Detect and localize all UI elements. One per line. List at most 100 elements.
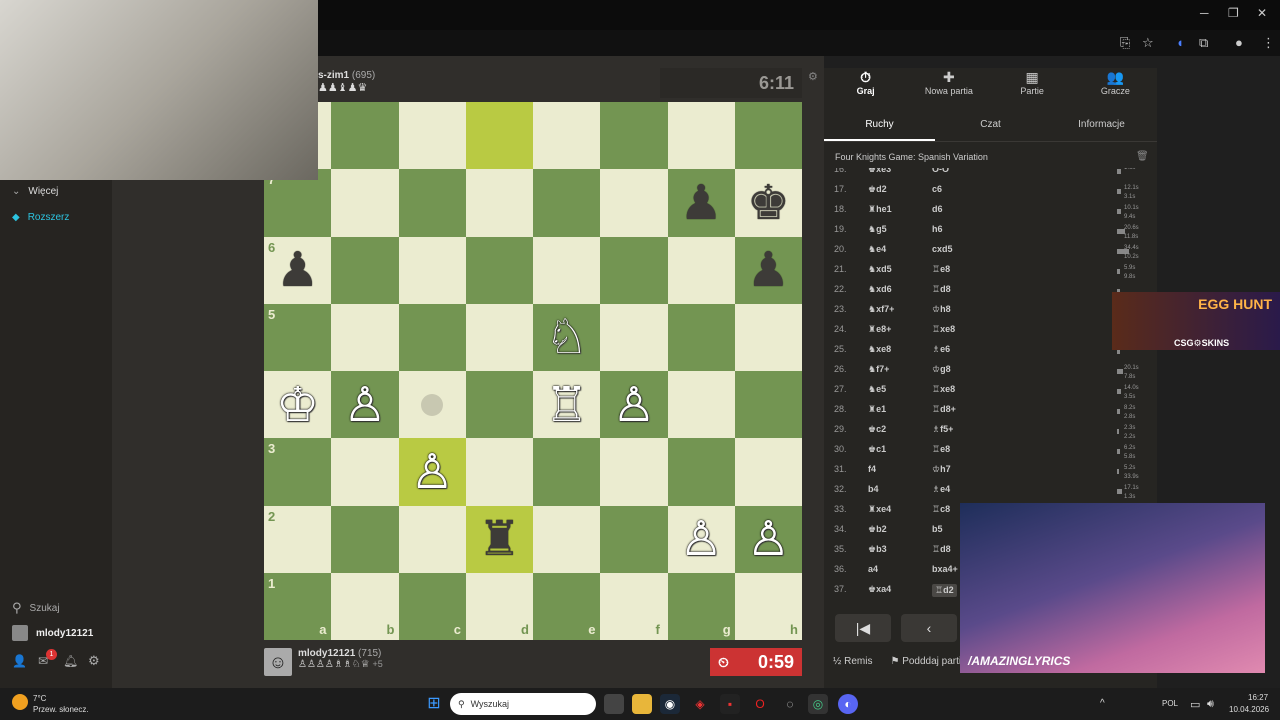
- black-move[interactable]: ♖e8: [932, 444, 950, 455]
- move-row[interactable]: 18. ♜he1 d6 10.1s 9.4s: [824, 204, 1139, 224]
- sidebar-more[interactable]: ⌄ Więcej: [12, 186, 58, 197]
- nav-play[interactable]: ⏱ Graj: [824, 68, 907, 106]
- square-b7[interactable]: [331, 169, 399, 237]
- white-pawn-f4[interactable]: ♙: [600, 371, 667, 438]
- chess-board[interactable]: 123567abcdefgh♚♟♟♟♘♔♙♖♙♙♜♙♙: [264, 102, 802, 640]
- move-row[interactable]: 30. ♚c1 ♖e8 6.2s 5.8s: [824, 444, 1135, 464]
- tab-chat[interactable]: Czat: [935, 110, 1046, 141]
- move-row[interactable]: 19. ♞g5 h6 20.6s 11.8s: [824, 224, 1139, 244]
- white-move[interactable]: ♞xe8: [868, 344, 891, 355]
- black-king-h7[interactable]: ♚: [735, 169, 802, 236]
- black-move[interactable]: ♖xe8: [932, 324, 955, 335]
- square-b8[interactable]: [331, 102, 399, 170]
- tray-expand-icon[interactable]: ^: [1100, 698, 1105, 709]
- square-d4[interactable]: [465, 371, 533, 439]
- square-d3[interactable]: [465, 438, 533, 506]
- black-move[interactable]: bxa4+: [932, 564, 958, 574]
- square-c8[interactable]: [398, 102, 466, 170]
- top-player[interactable]: s-zim1 (695) ♟♟♝♟♛: [318, 70, 375, 94]
- white-move[interactable]: ♜e1: [868, 404, 886, 415]
- white-move[interactable]: ♚b2: [868, 524, 887, 535]
- cast-icon[interactable]: ⎘: [1120, 35, 1130, 51]
- move-row[interactable]: 21. ♞xd5 ♖e8 5.9s 9.8s: [824, 264, 1135, 284]
- square-f3[interactable]: [600, 438, 668, 506]
- square-b5[interactable]: [331, 303, 399, 371]
- sidebar-user[interactable]: mlody12121: [12, 625, 93, 641]
- square-f6[interactable]: [600, 236, 668, 304]
- white-knight-e5[interactable]: ♘: [533, 304, 600, 371]
- white-move[interactable]: ♚c1: [868, 444, 886, 455]
- friends-icon[interactable]: 👤: [12, 654, 27, 668]
- white-move[interactable]: a4: [868, 564, 878, 574]
- draw-offer-button[interactable]: ½ Remis: [833, 656, 872, 667]
- opera-icon[interactable]: O: [750, 694, 770, 714]
- black-move[interactable]: ♖d8+: [932, 404, 956, 415]
- square-g3[interactable]: [667, 438, 735, 506]
- white-pawn-b4[interactable]: ♙: [331, 371, 398, 438]
- notifications-bell-icon[interactable]: 🔔︎: [63, 654, 78, 668]
- move-row[interactable]: 32. b4 ♗e4 17.1s 1.3s: [824, 484, 1139, 504]
- minimize-icon[interactable]: ─: [1200, 6, 1209, 20]
- white-king-a4[interactable]: ♔: [264, 371, 331, 438]
- black-pawn-a6[interactable]: ♟: [264, 237, 331, 304]
- square-b3[interactable]: [331, 438, 399, 506]
- white-move[interactable]: ♞e5: [868, 384, 886, 395]
- black-move[interactable]: ♔h7: [932, 464, 951, 475]
- app-icon-shield[interactable]: ◈: [690, 694, 710, 714]
- square-h5[interactable]: [734, 303, 802, 371]
- white-move[interactable]: ♚d2: [868, 184, 887, 195]
- white-move[interactable]: ♞xd6: [868, 284, 892, 295]
- chrome-icon[interactable]: ◎: [808, 694, 828, 714]
- white-move[interactable]: ♞f7+: [868, 364, 889, 375]
- white-pawn-c3[interactable]: ♙: [399, 438, 466, 505]
- menu-kebab-icon[interactable]: ⋮: [1262, 35, 1275, 51]
- black-move[interactable]: ♗e4: [932, 484, 950, 495]
- square-b6[interactable]: [331, 236, 399, 304]
- bookmark-star-icon[interactable]: ☆: [1142, 35, 1154, 51]
- square-d5[interactable]: [465, 303, 533, 371]
- square-e7[interactable]: [533, 169, 601, 237]
- white-move[interactable]: ♚b3: [868, 544, 887, 555]
- network-icon[interactable]: ▭: [1190, 698, 1200, 711]
- tab-moves[interactable]: Ruchy: [824, 110, 935, 141]
- white-move[interactable]: ♞xd5: [868, 264, 892, 275]
- close-icon[interactable]: ✕: [1257, 6, 1267, 20]
- black-move[interactable]: ♖e8: [932, 264, 950, 275]
- steam-icon[interactable]: ◉: [660, 694, 680, 714]
- square-g8[interactable]: [667, 102, 735, 170]
- file-explorer-icon[interactable]: [632, 694, 652, 714]
- black-move[interactable]: c6: [932, 184, 942, 194]
- black-move[interactable]: ♖c8: [932, 504, 950, 515]
- white-move[interactable]: ♚xe3: [868, 168, 891, 175]
- square-g5[interactable]: [667, 303, 735, 371]
- move-row[interactable]: 17. ♚d2 c6 12.1s 3.1s: [824, 184, 1139, 204]
- white-move[interactable]: ♜xe4: [868, 504, 891, 515]
- white-pawn-g2[interactable]: ♙: [668, 506, 735, 573]
- white-rook-e4[interactable]: ♖: [533, 371, 600, 438]
- nav-new-game[interactable]: ✚ Nowa partia: [907, 68, 990, 106]
- move-row[interactable]: 22.♞xd6♖d86.5s: [824, 284, 1135, 304]
- ad-banner[interactable]: EGG HUNT CSG⚙SKINS: [1112, 292, 1280, 350]
- white-move[interactable]: ♚c2: [868, 424, 886, 435]
- extension-icon[interactable]: ◖: [1176, 35, 1184, 50]
- black-move[interactable]: ♗e6: [932, 344, 950, 355]
- move-row[interactable]: 31. f4 ♔h7 5.2s 33.9s: [824, 464, 1139, 484]
- language-indicator[interactable]: POL: [1162, 699, 1178, 708]
- volume-icon[interactable]: 🔊︎: [1207, 698, 1214, 711]
- black-move[interactable]: h6: [932, 224, 943, 234]
- resign-button[interactable]: ⚑ Podddaj partię: [890, 656, 966, 667]
- black-move[interactable]: ♖d2: [932, 584, 957, 597]
- task-view-icon[interactable]: [604, 694, 624, 714]
- square-d7[interactable]: [465, 169, 533, 237]
- white-move[interactable]: ♞e4: [868, 244, 886, 255]
- move-row[interactable]: 26. ♞f7+ ♔g8 20.1s 7.8s: [824, 364, 1139, 384]
- sidebar-search[interactable]: ⚲ Szukaj: [12, 600, 60, 616]
- taskbar-search[interactable]: ⚲ Wyszukaj: [450, 693, 596, 715]
- white-move[interactable]: ♞g5: [868, 224, 887, 235]
- move-row[interactable]: 23. ♞xf7+ ♔h8: [824, 304, 1120, 324]
- trash-icon[interactable]: 🗑︎: [1136, 151, 1149, 162]
- square-c7[interactable]: [398, 169, 466, 237]
- move-row[interactable]: 25.♞xe8♗e62.8s: [824, 344, 1135, 364]
- app-icon-circle[interactable]: ◌: [780, 694, 800, 714]
- square-e8[interactable]: [533, 102, 601, 170]
